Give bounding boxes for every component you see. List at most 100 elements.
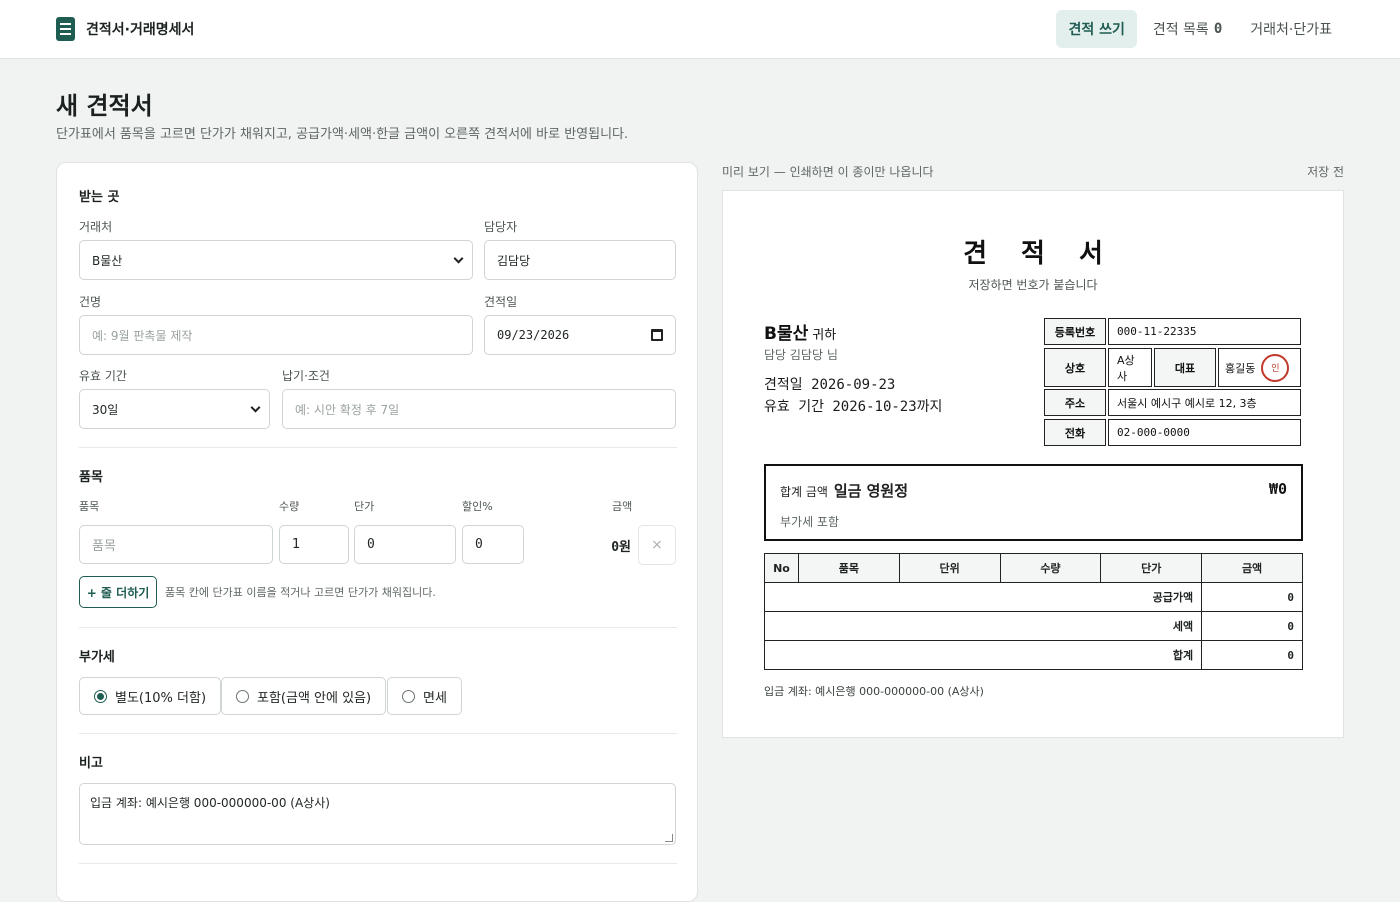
supplier-reg-label: 등록번호 (1044, 318, 1106, 345)
items-header-discount: 할인% (462, 500, 493, 513)
main-nav: 견적 쓰기 견적 목록 0 거래처·단가표 (1052, 10, 1344, 48)
item-discount-input[interactable]: 0 (462, 525, 524, 564)
supplier-addr-value: 서울시 예시구 예시로 12, 3층 (1108, 389, 1301, 416)
item-price-input[interactable]: 0 (354, 525, 456, 564)
total-vat-note: 부가세 포함 (780, 515, 840, 529)
nav-clients-prices-label: 거래처·단가표 (1250, 22, 1332, 38)
calendar-icon[interactable] (651, 329, 663, 341)
client-label: 거래처 (79, 220, 113, 234)
item-name-input[interactable]: 품목 (79, 525, 273, 564)
item-qty-input[interactable]: 1 (279, 525, 349, 564)
summary-label: 공급가액 (763, 582, 1203, 612)
subject-input[interactable]: 예: 9월 판촉물 제작 (79, 315, 473, 355)
divider (79, 733, 677, 734)
chevron-down-icon (453, 253, 464, 264)
supplier-reg-value: 000-11-22335 (1108, 318, 1301, 345)
save-status: 저장 전 (1307, 165, 1344, 179)
vat-option-exempt-label: 면세 (423, 690, 447, 706)
resize-handle-icon[interactable] (665, 834, 673, 842)
supplier-rep-label: 대표 (1154, 348, 1216, 387)
item-amount: 0원 (611, 540, 631, 555)
validity-select-value: 30일 (92, 402, 119, 417)
customer-name-text: B물산 (764, 324, 809, 344)
notes-textarea[interactable]: 입금 계좌: 예시은행 000-000000-00 (A상사) (79, 783, 676, 845)
terms-label: 납기·조건 (282, 369, 330, 383)
supplier-name-label: 상호 (1044, 348, 1106, 387)
supplier-rep-value: 홍길동 인 (1218, 348, 1301, 387)
table-row: 공급가액 0 (763, 582, 1303, 612)
radio-icon (402, 689, 415, 703)
vat-option-included-label: 포함(금액 안에 있음) (257, 690, 372, 706)
vat-option-exempt[interactable]: 면세 (387, 677, 462, 715)
supplier-tel-label: 전화 (1044, 419, 1106, 446)
total-amount-box: 합계 금액 일금 영원정 ₩0 부가세 포함 (764, 464, 1303, 541)
supplier-tel-value: 02-000-0000 (1108, 419, 1301, 446)
date-input[interactable]: 09/23/2026 (484, 315, 676, 355)
nav-quote-list[interactable]: 견적 목록 0 (1141, 10, 1234, 48)
close-icon: × (651, 537, 663, 553)
page-subtitle: 단가표에서 품목을 고르면 단가가 채워지고, 공급가액·세액·한글 금액이 오… (56, 127, 629, 142)
supplier-rep-name: 홍길동 (1225, 361, 1256, 375)
validity-label: 유효 기간 (79, 369, 127, 383)
customer-name: B물산 귀하 (764, 319, 836, 344)
total-korean-amount: 일금 영원정 (833, 482, 909, 500)
date-label: 견적일 (484, 295, 518, 309)
manager-input[interactable]: 김담당 (484, 240, 676, 280)
chevron-down-icon (250, 402, 261, 413)
notes-textarea-value: 입금 계좌: 예시은행 000-000000-00 (A상사) (90, 796, 330, 810)
table-header: 단위 (898, 553, 1001, 583)
summary-label: 합계 (763, 640, 1203, 670)
quote-date: 견적일 2026-09-23 (764, 377, 896, 393)
subject-label: 건명 (79, 295, 102, 309)
radio-selected-icon (94, 689, 107, 703)
recipient-section-title: 받는 곳 (79, 190, 120, 205)
summary-value: 0 (1201, 611, 1303, 641)
client-select-value: B물산 (92, 253, 123, 268)
table-header: 단가 (1100, 553, 1203, 583)
notes-section-title: 비고 (79, 756, 103, 771)
table-header: 품목 (797, 553, 900, 583)
nav-write-quote[interactable]: 견적 쓰기 (1056, 10, 1137, 48)
items-table: No 품목 단위 수량 단가 금액 공급가액 0 세액 0 합계 0 (763, 553, 1303, 670)
supplier-name-value: A상사 (1108, 348, 1152, 387)
quote-preview-paper: 견적서 저장하면 번호가 붙습니다 B물산 귀하 담당 김담당 님 견적일 202… (722, 190, 1344, 738)
total-label: 합계 금액 일금 영원정 (780, 480, 908, 501)
date-input-value: 09/23/2026 (497, 328, 570, 342)
table-header-row: No 품목 단위 수량 단가 금액 (764, 553, 1303, 583)
seal-stamp-icon: 인 (1261, 353, 1290, 382)
vat-section-title: 부가세 (79, 650, 115, 665)
summary-value: 0 (1201, 640, 1303, 670)
brand[interactable]: 견적서·거래명세서 (56, 17, 194, 41)
table-row: 세액 0 (763, 611, 1303, 641)
total-label-text: 합계 금액 (780, 485, 828, 499)
total-amount: ₩0 (1268, 480, 1287, 498)
supplier-addr-label: 주소 (1044, 389, 1106, 416)
divider (79, 627, 677, 628)
customer-contact: 담당 김담당 님 (764, 348, 838, 362)
client-select[interactable]: B물산 (79, 240, 473, 280)
valid-until: 유효 기간 2026-10-23까지 (764, 399, 943, 415)
vat-option-separate[interactable]: 별도(10% 더함) (79, 677, 222, 715)
bank-account-note: 입금 계좌: 예시은행 000-000000-00 (A상사) (764, 685, 984, 698)
nav-quote-list-label: 견적 목록 (1152, 22, 1209, 38)
items-header-price: 단가 (354, 500, 375, 513)
remove-row-button[interactable]: × (638, 525, 676, 565)
nav-clients-prices[interactable]: 거래처·단가표 (1238, 10, 1344, 48)
radio-icon (236, 689, 249, 703)
vat-option-separate-label: 별도(10% 더함) (115, 690, 207, 706)
quote-count-badge: 0 (1213, 21, 1223, 37)
table-header: No (764, 553, 799, 583)
validity-select[interactable]: 30일 (79, 389, 270, 429)
preview-caption: 미리 보기 — 인쇄하면 이 종이만 나옵니다 (722, 165, 934, 179)
manager-label: 담당자 (484, 220, 518, 234)
vat-option-included[interactable]: 포함(금액 안에 있음) (221, 677, 387, 715)
summary-label: 세액 (763, 611, 1203, 641)
items-header-item: 품목 (79, 500, 100, 513)
app-title: 견적서·거래명세서 (86, 22, 195, 38)
document-list-icon (56, 17, 75, 41)
customer-honorific: 귀하 (812, 328, 837, 343)
terms-input[interactable]: 예: 시안 확정 후 7일 (282, 389, 676, 429)
items-hint: 품목 칸에 단가표 이름을 적거나 고르면 단가가 채워집니다. (165, 586, 436, 599)
add-row-button[interactable]: + 줄 더하기 (79, 576, 157, 608)
table-header: 금액 (1201, 553, 1303, 583)
